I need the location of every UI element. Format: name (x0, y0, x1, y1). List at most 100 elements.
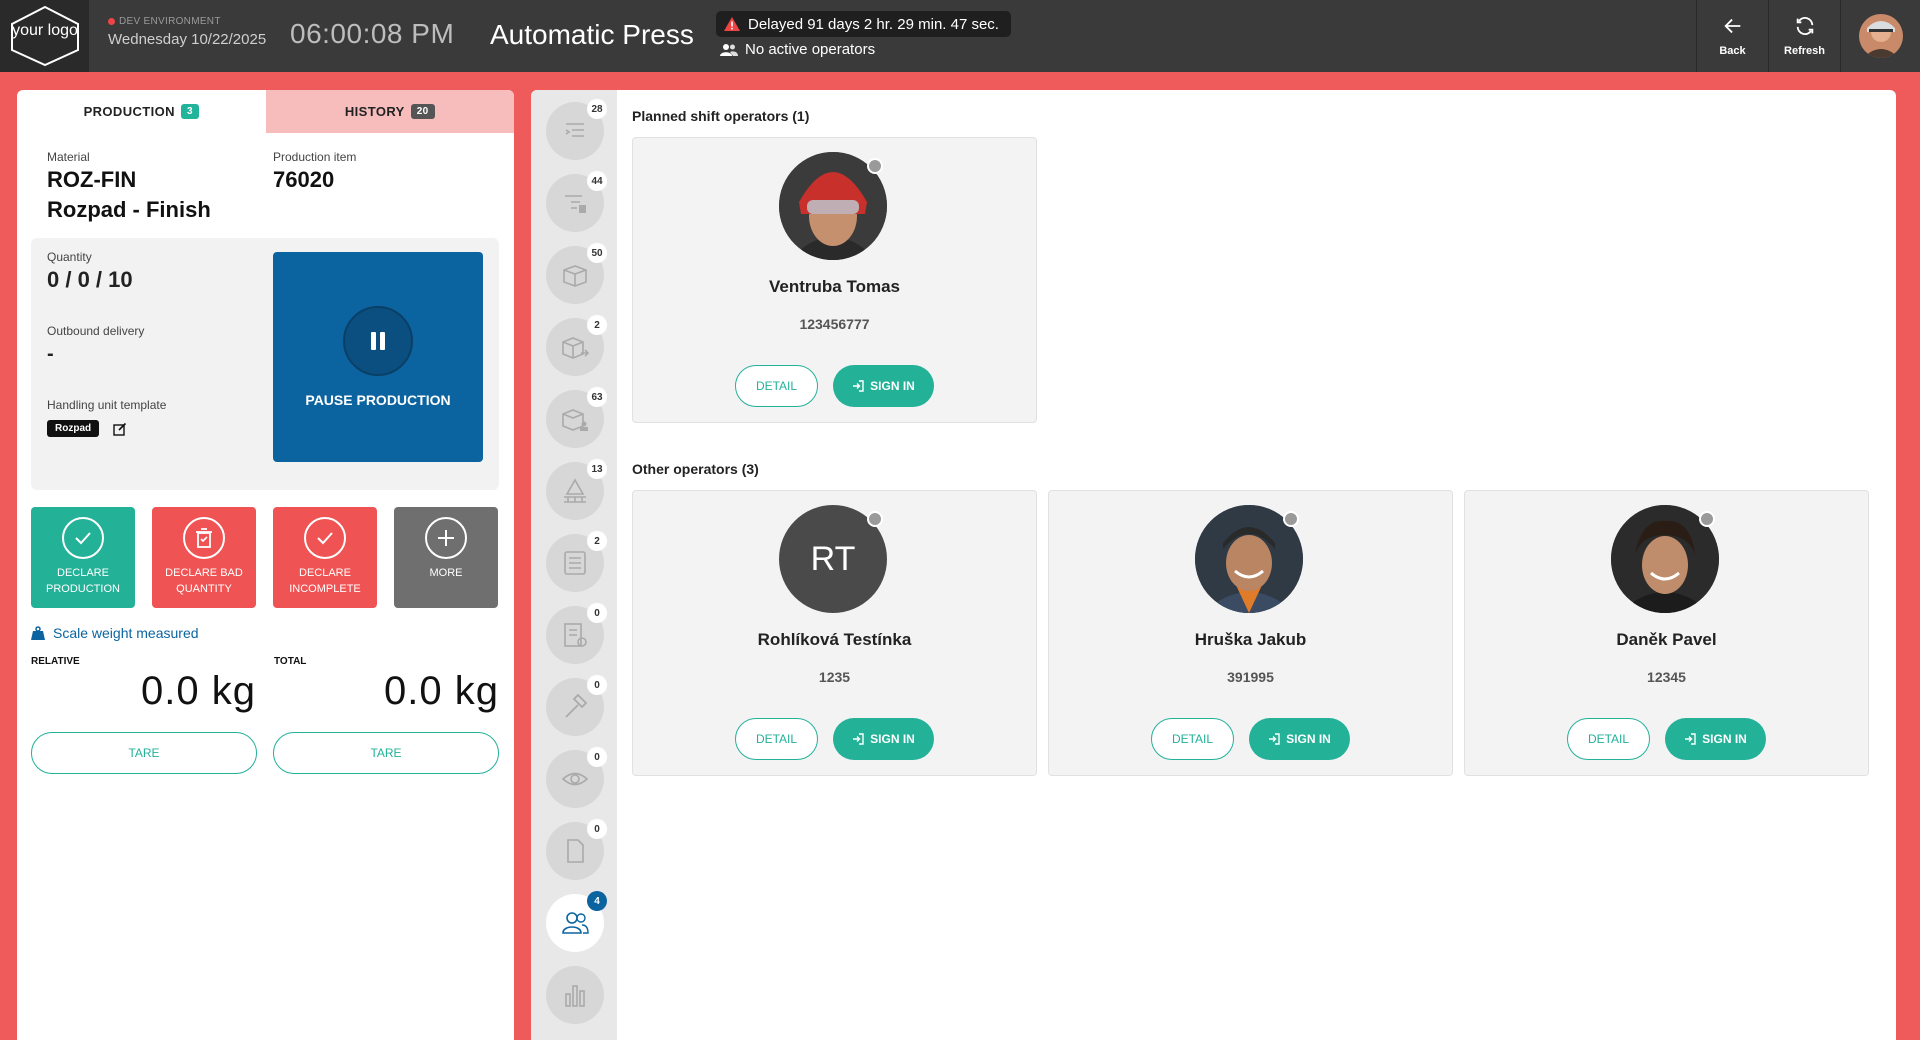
rail-packages-button[interactable]: 50 (546, 243, 607, 304)
outbound-value: - (47, 343, 54, 365)
pause-production-label: PAUSE PRODUCTION (305, 392, 451, 408)
rail-statistics-button[interactable] (546, 966, 604, 1024)
rail-files-button[interactable]: 0 (546, 819, 607, 880)
declare-bad-quantity-button[interactable]: DECLARE BAD QUANTITY (152, 507, 256, 608)
rail-alerts-button[interactable]: 13 (546, 459, 607, 520)
list-icon (565, 123, 584, 137)
rail-badge: 50 (587, 243, 607, 263)
svg-text:your logo: your logo (12, 22, 78, 39)
production-panel: PRODUCTION 3 HISTORY 20 Material ROZ-FIN… (17, 90, 514, 1040)
rail-badge: 2 (587, 531, 607, 551)
status-dot-icon (1283, 511, 1299, 527)
check-circle-icon (62, 517, 104, 559)
rail-badge: 44 (587, 171, 607, 191)
tare-relative-button[interactable]: TARE (31, 732, 257, 774)
rail-materials-button[interactable]: 44 (546, 171, 607, 232)
operator-id: 12345 (1647, 669, 1686, 685)
operator-sign-in-button[interactable]: SIGN IN (833, 718, 934, 760)
material-label: Material (47, 150, 90, 164)
user-avatar-button[interactable] (1840, 0, 1920, 72)
operator-detail-button[interactable]: DETAIL (1151, 718, 1234, 760)
operator-sign-in-button[interactable]: SIGN IN (833, 365, 934, 407)
list-clipboard-icon (565, 195, 586, 213)
rail-documents-button[interactable]: 0 (546, 603, 607, 664)
operator-detail-button[interactable]: DETAIL (735, 365, 818, 407)
weight-icon (31, 626, 45, 640)
tab-history[interactable]: HISTORY 20 (265, 90, 514, 133)
hammer-icon (565, 693, 588, 718)
weights: RELATIVE 0.0 kg TOTAL 0.0 kg (31, 656, 499, 714)
declare-incomplete-button[interactable]: DECLARE INCOMPLETE (273, 507, 377, 608)
operators-status-text: No active operators (745, 41, 876, 58)
refresh-label: Refresh (1784, 45, 1825, 57)
operator-name: Ventruba Tomas (769, 277, 900, 296)
sign-in-icon (853, 380, 864, 392)
sign-in-label: SIGN IN (1702, 732, 1747, 746)
rail-shipping-button[interactable]: 2 (546, 315, 607, 376)
rail-inspection-button[interactable]: 0 (546, 747, 607, 808)
back-button[interactable]: Back (1696, 0, 1768, 72)
operator-name: Daněk Pavel (1616, 630, 1717, 649)
rail-orders-button[interactable]: 28 (546, 99, 607, 160)
back-label: Back (1719, 45, 1746, 57)
refresh-icon (1796, 17, 1813, 35)
relative-label: RELATIVE (31, 656, 80, 667)
operator-id: 1235 (818, 669, 851, 685)
sign-in-icon (853, 733, 864, 745)
rail-handling-units-button[interactable]: 63 (546, 387, 607, 448)
status-dot-icon (867, 511, 883, 527)
rail-badge: 0 (587, 747, 607, 767)
operator-sign-in-button[interactable]: SIGN IN (1249, 718, 1350, 760)
refresh-button[interactable]: Refresh (1768, 0, 1840, 72)
arrow-left-icon (1723, 18, 1740, 34)
operator-id: 391995 (1227, 669, 1274, 685)
declare-bad-label-1: DECLARE BAD (165, 567, 243, 579)
scale-text: Scale weight measured (53, 625, 199, 641)
operator-detail-button[interactable]: DETAIL (735, 718, 818, 760)
total-weight: TOTAL 0.0 kg (274, 656, 499, 714)
delay-text: Delayed 91 days 2 hr. 29 min. 47 sec. (748, 15, 999, 33)
rail-operators-button[interactable]: 4 (546, 891, 607, 952)
rail-tools-button[interactable]: 0 (546, 675, 607, 736)
rail-badge: 63 (587, 387, 607, 407)
operator-detail-button[interactable]: DETAIL (1567, 718, 1650, 760)
operator-name: Rohlíková Testínka (757, 630, 912, 649)
scale-status: Scale weight measured (31, 625, 199, 641)
users-icon (720, 43, 738, 56)
material-block: Material ROZ-FIN Rozpad - Finish (47, 150, 273, 224)
quantity-value: 0 / 0 / 10 (47, 267, 133, 292)
operator-name: Hruška Jakub (1194, 630, 1307, 649)
total-label: TOTAL (274, 656, 307, 667)
operator-card: Ventruba Tomas 123456777 DETAIL SIGN IN (632, 137, 1037, 423)
handling-unit-label: Handling unit template (47, 398, 167, 412)
rail-badge: 2 (587, 315, 607, 335)
production-item-label: Production item (273, 150, 357, 164)
more-button[interactable]: MORE (394, 507, 498, 608)
rail-badge: 0 (587, 603, 607, 623)
tare-total-button[interactable]: TARE (273, 732, 499, 774)
declare-production-label-2: PRODUCTION (46, 583, 120, 595)
trash-icon (183, 517, 225, 559)
tab-history-label: HISTORY (344, 104, 405, 119)
operators-status: No active operators (720, 41, 875, 58)
operator-id: 123456777 (799, 316, 870, 332)
edit-icon[interactable] (113, 422, 127, 436)
tare-buttons: TARE TARE (31, 732, 499, 774)
production-item-block: Production item 76020 (273, 150, 499, 224)
rail-checklist-button[interactable]: 2 (546, 531, 607, 592)
tab-production[interactable]: PRODUCTION 3 (17, 90, 266, 133)
tab-history-count: 20 (410, 104, 435, 119)
document-gear-icon (564, 623, 587, 647)
sign-in-icon (1269, 733, 1280, 745)
status-dot-icon (867, 158, 883, 174)
declare-incomplete-label-2: INCOMPLETE (289, 583, 361, 595)
clock: 06:00:08 PM (290, 18, 455, 49)
declare-production-button[interactable]: DECLARE PRODUCTION (31, 507, 135, 608)
pause-production-button[interactable]: PAUSE PRODUCTION (273, 252, 483, 462)
pause-icon (343, 306, 413, 376)
operator-card: Hruška Jakub 391995 DETAIL SIGN IN (1048, 490, 1453, 776)
relative-value: 0.0 kg (141, 669, 256, 713)
operator-sign-in-button[interactable]: SIGN IN (1665, 718, 1766, 760)
bar-chart-icon (565, 985, 585, 1007)
outbound-label: Outbound delivery (47, 324, 145, 338)
